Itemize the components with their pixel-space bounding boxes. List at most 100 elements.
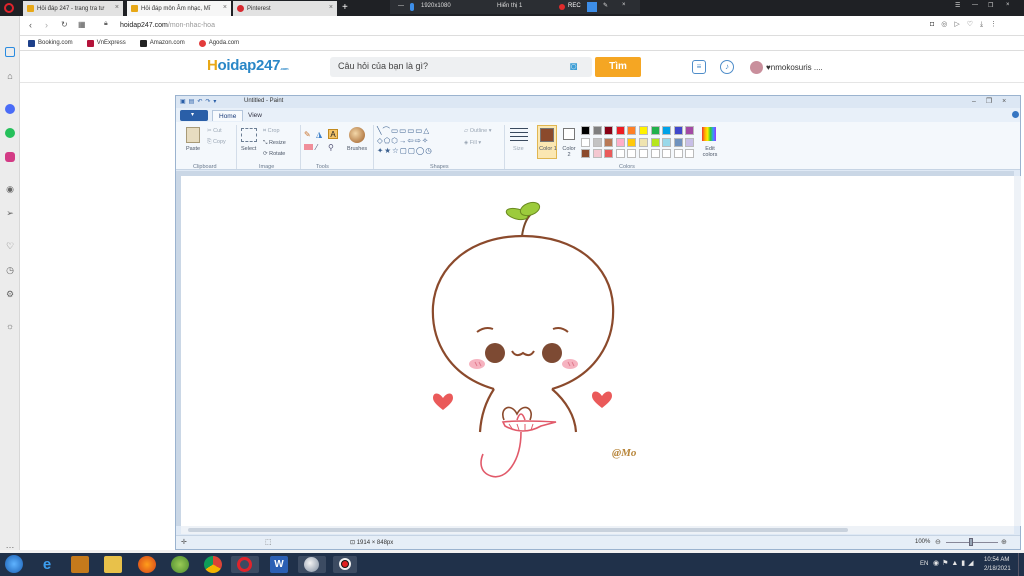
clock-time[interactable]: 10:54 AM <box>984 557 1009 563</box>
palette-swatch[interactable] <box>685 149 695 158</box>
close-icon[interactable]: × <box>622 2 626 8</box>
paint-canvas[interactable]: @Mo <box>181 176 1014 526</box>
palette-swatch[interactable] <box>615 137 625 147</box>
recorder-display[interactable]: Hiển thị 1 <box>497 3 522 9</box>
outline-button[interactable]: ▱ Outline ▾ <box>464 128 492 134</box>
zoom-out-icon[interactable]: ⊖ <box>935 538 941 546</box>
more-icon[interactable]: … <box>5 540 15 550</box>
firefox-icon[interactable] <box>138 556 156 573</box>
palette-swatch[interactable] <box>604 126 614 135</box>
language-indicator[interactable]: EN <box>920 561 928 567</box>
palette-swatch[interactable] <box>627 137 637 147</box>
bookmark-booking[interactable]: Booking.com <box>28 39 73 47</box>
rotate-button[interactable]: ⟳ Rotate <box>263 151 285 157</box>
tab-home[interactable]: Home <box>212 110 244 121</box>
recorder-resolution[interactable]: 1920x1080 <box>421 3 451 9</box>
home-icon[interactable] <box>5 47 15 57</box>
palette-swatch[interactable] <box>639 126 648 135</box>
resize-button[interactable]: ⤡ Resize <box>263 140 286 147</box>
send-icon[interactable]: ➢ <box>5 208 15 218</box>
back-arrow-icon[interactable]: ‹ <box>29 20 32 30</box>
palette-swatch[interactable] <box>662 149 672 158</box>
close-icon[interactable]: × <box>115 4 119 11</box>
palette-swatch[interactable] <box>581 149 590 158</box>
zoom-in-icon[interactable]: ⊕ <box>1001 538 1007 546</box>
camera-icon[interactable]: ◙ <box>570 60 586 73</box>
palette-swatch[interactable] <box>685 137 695 147</box>
file-explorer-icon[interactable] <box>104 556 122 573</box>
palette-swatch[interactable] <box>627 149 637 158</box>
paste-button[interactable]: Paste <box>186 146 200 152</box>
pen-icon[interactable]: ✎ <box>603 2 608 9</box>
palette-swatch[interactable] <box>592 126 602 135</box>
paste-icon[interactable] <box>186 127 200 143</box>
username[interactable]: ♥nmokosuris .... <box>766 63 823 72</box>
select-icon[interactable] <box>241 128 257 142</box>
system-tray-icons[interactable]: ◉⚑▲▮◢ <box>933 559 977 567</box>
horizontal-scroll-thumb[interactable] <box>188 528 848 532</box>
magnifier-icon[interactable]: ⚲ <box>328 143 337 152</box>
minimize-icon[interactable]: — <box>398 3 404 9</box>
internet-explorer-icon[interactable]: e <box>38 556 56 573</box>
rec-label[interactable]: REC <box>568 3 581 9</box>
palette-swatch[interactable] <box>662 126 672 135</box>
select-button[interactable]: Select <box>241 146 256 152</box>
zoom-slider-thumb[interactable] <box>969 538 973 546</box>
brushes-icon[interactable] <box>349 127 365 143</box>
cut-button[interactable]: ✂ Cut <box>207 128 222 134</box>
size-button[interactable]: Size <box>513 146 524 152</box>
browser-menu-icon[interactable]: ☰ <box>955 2 960 9</box>
paint-window-controls[interactable]: –❐× <box>972 97 1016 105</box>
tab-hoidap-music[interactable]: Hỏi đáp môn Âm nhạc, Mĩ × <box>127 1 231 16</box>
palette-swatch[interactable] <box>592 149 602 158</box>
tab-view[interactable]: View <box>242 110 268 121</box>
lightbulb-icon[interactable]: ☼ <box>5 321 15 331</box>
color2-swatch[interactable] <box>563 128 575 140</box>
edit-colors-icon[interactable] <box>702 127 716 141</box>
mic-icon[interactable] <box>410 3 414 11</box>
reload-icon[interactable]: ↻ <box>61 20 68 29</box>
tab-pinterest[interactable]: Pinterest × <box>233 1 337 16</box>
avatar[interactable] <box>750 61 763 74</box>
brushes-button[interactable]: Brushes <box>347 146 367 152</box>
palette-swatch[interactable] <box>627 126 637 135</box>
search-input[interactable]: Câu hỏi của bạn là gì? <box>330 57 592 77</box>
copy-button[interactable]: ⎘ Copy <box>207 139 226 146</box>
palette-swatch[interactable] <box>604 149 614 158</box>
coccoc-icon[interactable] <box>171 556 189 573</box>
chat-icon[interactable]: ≡ <box>692 60 706 74</box>
tab-hoidap-home[interactable]: Hỏi đáp 247 - trang tra tư × <box>23 1 123 16</box>
history-icon[interactable]: ◷ <box>5 265 15 275</box>
bookmark-amazon[interactable]: Amazon.com <box>139 39 185 47</box>
whatsapp-icon[interactable] <box>5 128 15 138</box>
palette-swatch[interactable] <box>581 126 590 135</box>
palette-swatch[interactable] <box>673 126 683 135</box>
close-icon[interactable]: × <box>329 4 333 11</box>
url-field[interactable]: hoidap247.com/mon-nhac-hoa <box>120 22 215 29</box>
close-icon[interactable]: × <box>223 4 227 11</box>
opera-logo-icon[interactable] <box>4 3 14 13</box>
palette-swatch[interactable] <box>673 137 683 147</box>
speed-dial-icon[interactable]: ⌂ <box>5 71 15 81</box>
color-picker-icon[interactable]: ⁄ <box>316 143 325 152</box>
address-bar-tools[interactable]: ◘◎▷♡⤓⋮ <box>930 20 1004 29</box>
palette-swatch[interactable] <box>604 137 614 147</box>
pencil-icon[interactable]: ✎ <box>304 130 313 139</box>
quick-access-toolbar[interactable]: ▣▤↶↷▾ <box>180 98 219 105</box>
vertical-scrollbar[interactable] <box>1014 176 1021 526</box>
recorder-square-icon[interactable] <box>587 2 597 12</box>
text-tool-icon[interactable]: A <box>328 129 338 139</box>
palette-swatch[interactable] <box>639 137 648 147</box>
size-icon[interactable] <box>510 128 528 142</box>
forward-arrow-icon[interactable]: › <box>45 20 48 30</box>
player-icon[interactable]: ◉ <box>5 184 15 194</box>
clock-date[interactable]: 2/18/2021 <box>984 566 1011 572</box>
palette-swatch[interactable] <box>673 149 683 158</box>
palette-swatch[interactable] <box>592 137 602 147</box>
palette-swatch[interactable] <box>650 126 660 135</box>
fill-button[interactable]: ◈ Fill ▾ <box>464 140 481 146</box>
eraser-icon[interactable] <box>304 144 313 150</box>
bookmark-agoda[interactable]: Agoda.com <box>198 39 239 47</box>
window-close-icon[interactable]: × <box>1006 2 1010 8</box>
crop-button[interactable]: ⌗ Crop <box>263 128 280 135</box>
